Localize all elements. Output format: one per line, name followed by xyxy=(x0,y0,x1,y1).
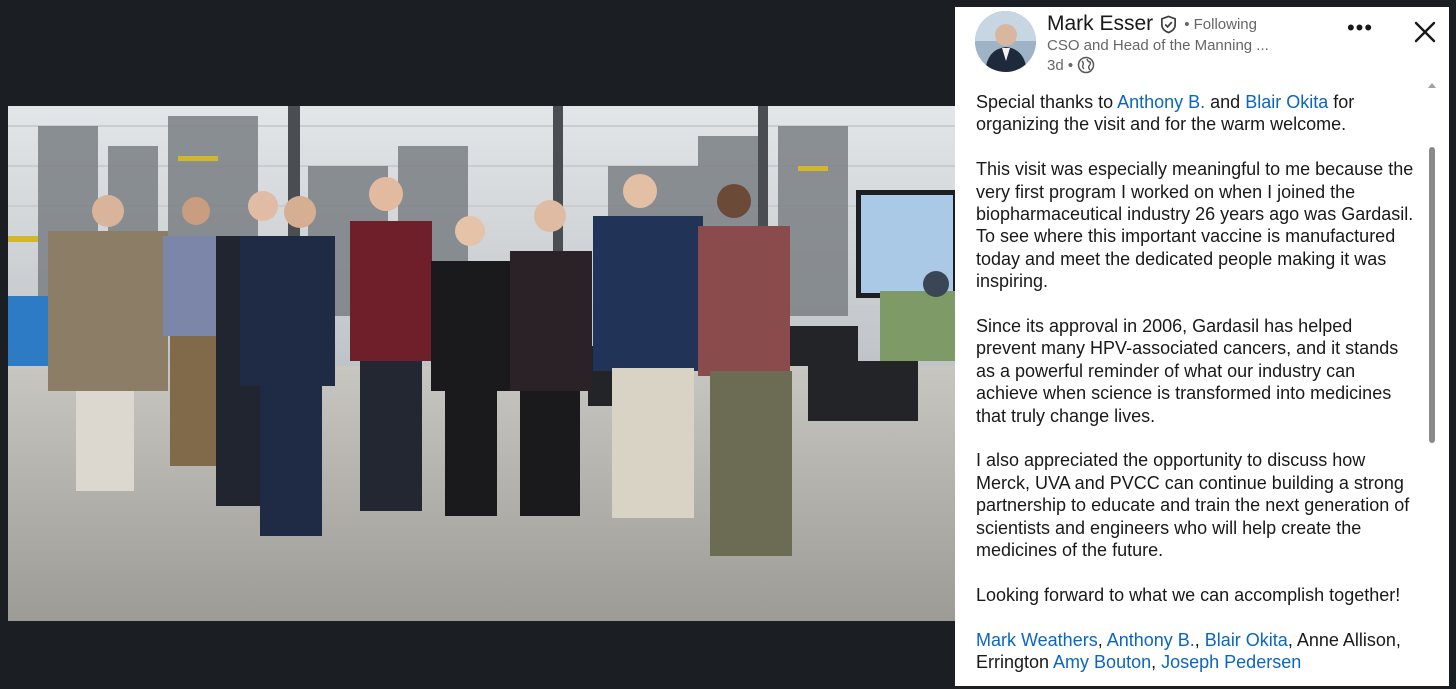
close-icon xyxy=(1414,21,1436,43)
mention-blair-okita[interactable]: Blair Okita xyxy=(1245,92,1328,112)
author-headline: CSO and Head of the Manning ... xyxy=(1047,37,1269,54)
tag-separator: , xyxy=(1194,629,1205,650)
thanks-mid: and xyxy=(1205,92,1246,112)
paragraph-visit: This visit was especially meaningful to … xyxy=(976,159,1414,292)
post-photo[interactable] xyxy=(8,106,955,621)
scrollbar-up-arrow[interactable] xyxy=(1428,83,1436,88)
mention-blair-okita-tag[interactable]: Blair Okita xyxy=(1205,630,1288,650)
photo-viewer xyxy=(0,0,955,689)
group-photo-image xyxy=(8,106,955,621)
paragraph-tags: Mark Weathers, Anthony B., Blair Okita, … xyxy=(976,629,1416,674)
paragraph-approval: Since its approval in 2006, Gardasil has… xyxy=(976,316,1399,426)
post-details-panel: Mark Esser • Following CSO and Head of t… xyxy=(955,7,1449,686)
following-status: • Following xyxy=(1184,15,1257,33)
scrollbar-thumb[interactable] xyxy=(1429,147,1435,443)
mention-mark-weathers[interactable]: Mark Weathers xyxy=(976,630,1098,650)
author-avatar[interactable] xyxy=(975,11,1036,72)
author-avatar-image xyxy=(975,11,1036,72)
mention-joseph-pedersen[interactable]: Joseph Pedersen xyxy=(1161,652,1301,672)
paragraph-thanks: Special thanks to Anthony B. and Blair O… xyxy=(976,91,1416,136)
post-meta: 3d • xyxy=(1047,56,1095,74)
author-name-row: Mark Esser • Following xyxy=(1047,12,1257,36)
mention-anthony-b[interactable]: Anthony B. xyxy=(1117,92,1205,112)
close-button[interactable] xyxy=(1410,17,1440,47)
globe-icon xyxy=(1077,56,1095,74)
mention-anthony-b-tag[interactable]: Anthony B. xyxy=(1107,630,1195,650)
thanks-lead: Special thanks to xyxy=(976,92,1118,112)
verified-shield-icon xyxy=(1159,15,1178,34)
tag-separator: , xyxy=(1097,629,1107,650)
tag-separator: , xyxy=(1151,652,1162,673)
post-header: Mark Esser • Following CSO and Head of t… xyxy=(955,7,1449,89)
mention-amy-bouton[interactable]: Amy Bouton xyxy=(1053,652,1151,672)
more-options-icon: ••• xyxy=(1346,15,1374,40)
post-text: Special thanks to Anthony B. and Blair O… xyxy=(976,91,1416,686)
more-options-button[interactable]: ••• xyxy=(1345,17,1375,43)
paragraph-partnership: I also appreciated the opportunity to di… xyxy=(976,450,1410,561)
author-name[interactable]: Mark Esser xyxy=(1047,12,1153,36)
post-time: 3d • xyxy=(1047,56,1074,74)
paragraph-closing: Looking forward to what we can accomplis… xyxy=(976,584,1401,605)
